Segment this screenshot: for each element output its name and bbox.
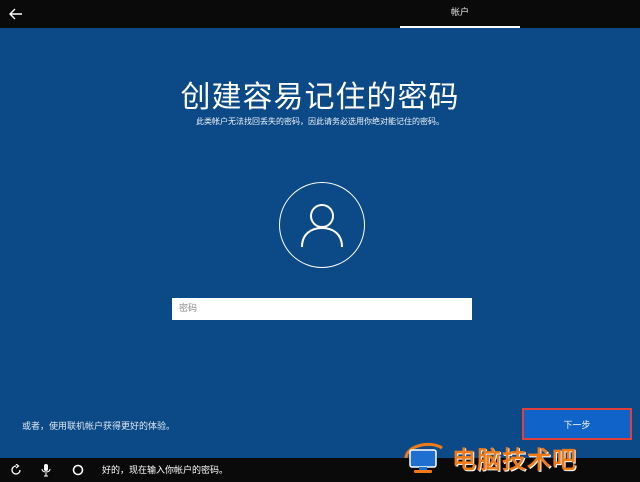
password-input[interactable] [172, 298, 472, 320]
back-button[interactable] [6, 4, 26, 24]
page-title: 创建容易记住的密码 [180, 80, 460, 115]
cortana-circle-icon [72, 464, 84, 476]
cortana-button[interactable] [68, 460, 88, 480]
microphone-icon [41, 464, 51, 477]
computer-logo-icon [404, 442, 443, 473]
cortana-message: 好的，现在输入你帐户的密码。 [102, 466, 229, 476]
ease-of-access-icon [11, 464, 21, 475]
microphone-button[interactable] [36, 460, 56, 480]
top-bar: 帐户 [0, 0, 640, 28]
tab-account: 帐户 [400, 0, 520, 28]
user-icon [301, 204, 343, 248]
main-panel: 创建容易记住的密码 此类帐户无法找回丢失的密码，因此请务必选用你绝对能记住的密码… [0, 28, 640, 458]
ease-of-access-button[interactable] [6, 460, 26, 480]
page-subtitle: 此类帐户无法找回丢失的密码，因此请务必选用你绝对能记住的密码。 [196, 117, 444, 126]
watermark-text: 电脑技术吧 [452, 445, 577, 474]
avatar [279, 182, 365, 268]
watermark: 电脑技术吧 [400, 432, 640, 482]
back-arrow-icon [9, 8, 22, 20]
online-account-link[interactable]: 或者，使用联机帐户获得更好的体验。 [22, 419, 175, 432]
